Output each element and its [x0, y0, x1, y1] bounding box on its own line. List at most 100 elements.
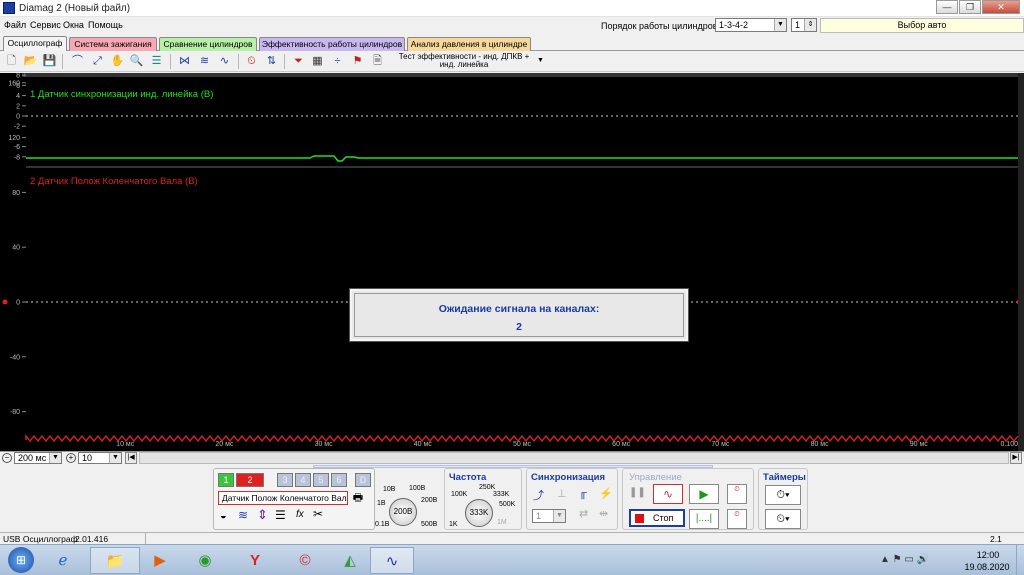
lines-icon[interactable]: ☰: [275, 508, 286, 522]
ccleaner-icon[interactable]: ©: [280, 547, 330, 574]
auto-scale-icon[interactable]: ⏲: [244, 54, 259, 69]
zoom-out-icon[interactable]: −: [2, 453, 12, 463]
measure-icon[interactable]: ⤢: [90, 54, 105, 69]
car-select-button[interactable]: Выбор авто: [820, 18, 1024, 33]
explorer-icon[interactable]: 📁: [90, 547, 140, 574]
auto-button[interactable]: ⏲: [727, 484, 747, 504]
x-tick-label: 10 мс: [116, 441, 135, 448]
save-icon[interactable]: 💾: [42, 54, 57, 69]
close-button[interactable]: ✕: [982, 0, 1020, 14]
oscilloscope-display[interactable]: T86420-2-6-816012080400-40-80-120-16010 …: [0, 73, 1024, 451]
report-icon[interactable]: 🗎: [370, 54, 385, 69]
tab-cylinder-pressure[interactable]: Анализ давления в цилиндре: [407, 37, 531, 51]
channels-icon[interactable]: ⇅: [264, 54, 279, 69]
go-start-icon[interactable]: |◀: [125, 452, 137, 464]
sensor-settings-icon[interactable]: 🖶: [351, 491, 365, 505]
signal-wave-icon[interactable]: ∿: [217, 54, 232, 69]
zoom-in-icon[interactable]: +: [66, 453, 76, 463]
channel-button-5[interactable]: 5: [313, 473, 329, 487]
sync-channel-icon[interactable]: ╓: [579, 487, 587, 499]
stop-button[interactable]: Стоп: [629, 509, 685, 527]
channel-button-6[interactable]: 6: [331, 473, 347, 487]
time-control-bar: − 200 мс ▼ + 10 ▼ |◀ ▶|: [0, 451, 1024, 465]
spin-arrows-icon: ⇕: [804, 19, 816, 31]
tools-icon[interactable]: ✂: [313, 507, 323, 521]
frequency-knob[interactable]: 333K: [465, 499, 493, 527]
tab-cylinder-comparison[interactable]: Сравнение цилиндров: [159, 37, 257, 51]
menu-windows[interactable]: Окна: [63, 20, 84, 30]
title-bar: Diamag 2 (Новый файл) — ❐ ✕: [0, 0, 1024, 17]
probe-icon[interactable]: ◒: [220, 510, 227, 522]
ch1-tick-label: 2: [16, 103, 20, 110]
channel-button-2[interactable]: 2: [236, 473, 264, 487]
marker-icon[interactable]: ⚑: [350, 54, 365, 69]
ie-icon[interactable]: ℯ: [38, 547, 88, 574]
pause-icon[interactable]: ❚❚: [629, 487, 646, 498]
sync-mode-icon[interactable]: ⇄: [579, 507, 588, 520]
menu-help[interactable]: Помощь: [88, 20, 123, 30]
show-desktop-button[interactable]: [1016, 545, 1024, 575]
sync-hold-icon[interactable]: ⇹: [599, 507, 608, 520]
signal-compress-icon[interactable]: ⋈: [177, 54, 192, 69]
channel-button-1[interactable]: 1: [218, 473, 234, 487]
play-wave-button[interactable]: ▶: [689, 484, 719, 504]
timebase-select[interactable]: 200 мс ▼: [14, 452, 62, 464]
sync-rising-icon[interactable]: ⤴: [533, 487, 544, 503]
filter-funnel-icon[interactable]: ⏷: [291, 54, 306, 69]
zoom-select[interactable]: 10 ▼: [78, 452, 122, 464]
chevron-down-icon: ▼: [774, 19, 786, 31]
sync-auto-icon[interactable]: ⚡: [599, 487, 613, 500]
updown-icon[interactable]: ⇕: [257, 507, 268, 523]
minimize-button[interactable]: —: [936, 0, 958, 14]
media-player-icon[interactable]: ▶: [135, 547, 185, 574]
waiting-signal-dialog: Ожидание сигнала на каналах: 2: [349, 288, 689, 342]
frequency-value: 333K: [469, 508, 489, 517]
tab-ignition-system[interactable]: Система зажигания: [69, 37, 157, 51]
single-wave-button[interactable]: ∿: [653, 484, 683, 504]
chrome-icon[interactable]: ◉: [180, 547, 230, 574]
split-icon[interactable]: ÷: [330, 54, 345, 69]
chevron-down-icon[interactable]: ▼: [537, 57, 544, 64]
zoom-icon[interactable]: 🔍: [129, 54, 144, 69]
channel-button-d[interactable]: D: [355, 473, 371, 487]
toolbar-divider: [284, 54, 285, 69]
sync-level-icon[interactable]: ⊥: [557, 487, 567, 500]
tab-oscilloscope[interactable]: Осциллограф: [3, 36, 67, 51]
wave-stack-icon[interactable]: ≋: [238, 508, 248, 522]
table-icon[interactable]: ▦: [310, 54, 325, 69]
filter-icon[interactable]: ☰: [149, 54, 164, 69]
open-folder-icon[interactable]: 📂: [23, 54, 38, 69]
new-file-icon[interactable]: 🗋: [4, 54, 19, 69]
x-tick-label: 80 мс: [811, 441, 830, 448]
restore-button[interactable]: ❐: [959, 0, 981, 14]
test-mode-select[interactable]: Тест эффективности - инд. ДПКВ + инд. ли…: [394, 53, 534, 69]
time-scrollbar[interactable]: [139, 452, 1009, 464]
sensor-select[interactable]: Датчик Полож Коленчатого Вала…: [218, 491, 348, 505]
clock-time[interactable]: 12:00: [968, 550, 1008, 560]
menu-service[interactable]: Сервис: [30, 20, 61, 30]
channel-button-4[interactable]: 4: [295, 473, 311, 487]
function-icon[interactable]: fx: [296, 509, 304, 520]
start-button[interactable]: ⊞: [8, 547, 34, 573]
clock-date[interactable]: 19.08.2020: [960, 562, 1014, 572]
diamag-taskbar-icon[interactable]: ∿: [370, 547, 414, 574]
app-icon[interactable]: ◭: [325, 547, 375, 574]
voltage-knob[interactable]: 200В: [389, 498, 417, 526]
sync-channel-select[interactable]: 1 ▼: [532, 509, 566, 523]
cylinder-number-spin[interactable]: 1 ⇕: [791, 18, 817, 32]
cursor-arc-icon[interactable]: ⌒: [70, 54, 85, 69]
go-end-icon[interactable]: ▶|: [1010, 452, 1022, 464]
signal-stack-icon[interactable]: ≋: [197, 54, 212, 69]
timer1-button[interactable]: ⏱▾: [765, 485, 801, 505]
hand-icon[interactable]: ✋: [110, 54, 125, 69]
timebase-value: 200 мс: [18, 453, 47, 463]
range-button[interactable]: |....|: [689, 509, 719, 529]
yandex-icon[interactable]: Y: [230, 547, 280, 574]
menu-file[interactable]: Файл: [4, 20, 26, 30]
timer2-button[interactable]: ⏲▾: [765, 509, 801, 529]
cylinder-order-select[interactable]: 1-3-4-2 ▼: [715, 18, 787, 32]
tab-cylinder-efficiency[interactable]: Эффективность работы цилиндров: [259, 37, 405, 51]
channel-button-3[interactable]: 3: [277, 473, 293, 487]
tray-icons[interactable]: ▲ ⚑ ▭ 🔊: [880, 554, 929, 565]
auto-record-button[interactable]: ⏲: [727, 509, 747, 529]
